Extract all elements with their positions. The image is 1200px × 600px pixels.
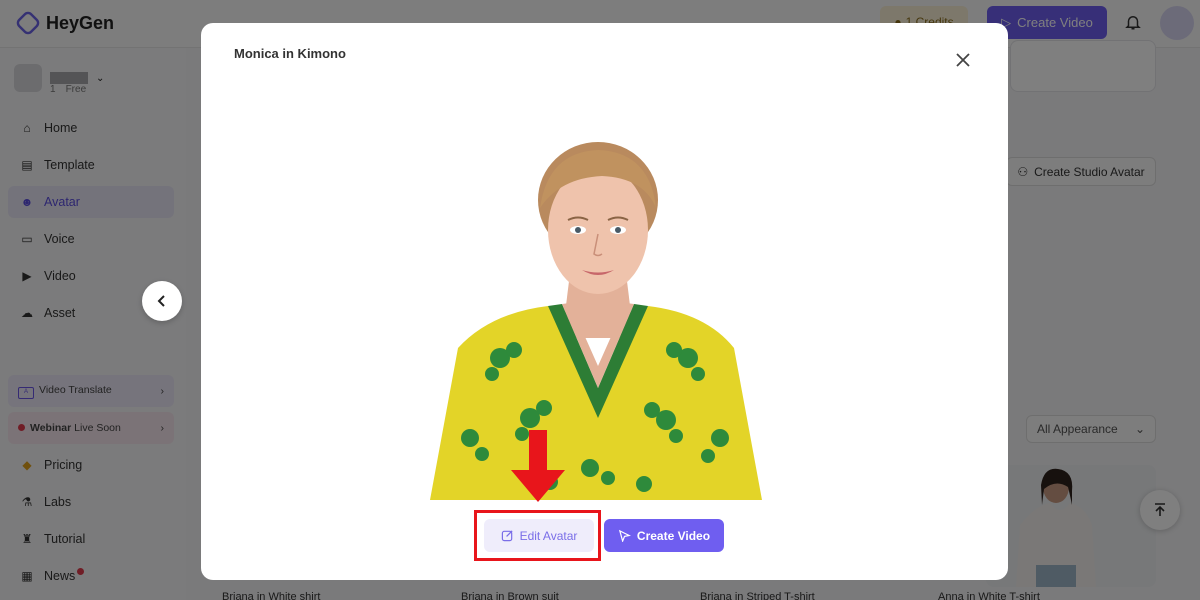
avatar-preview-modal: Monica in Kimono Edit Avatar Create Vide… bbox=[201, 23, 1008, 580]
annotation-arrow-down-icon bbox=[511, 430, 565, 502]
create-video-button[interactable]: Create Video bbox=[604, 519, 724, 552]
close-icon[interactable] bbox=[954, 51, 972, 69]
create-video-label: Create Video bbox=[636, 528, 711, 543]
avatar-illustration bbox=[430, 142, 762, 500]
avatar-preview-image bbox=[430, 138, 762, 500]
annotation-highlight-box bbox=[474, 510, 601, 561]
cursor-icon bbox=[618, 529, 631, 542]
previous-avatar-button[interactable] bbox=[142, 281, 182, 321]
modal-title: Monica in Kimono bbox=[234, 46, 346, 61]
chevron-left-icon bbox=[157, 295, 165, 307]
